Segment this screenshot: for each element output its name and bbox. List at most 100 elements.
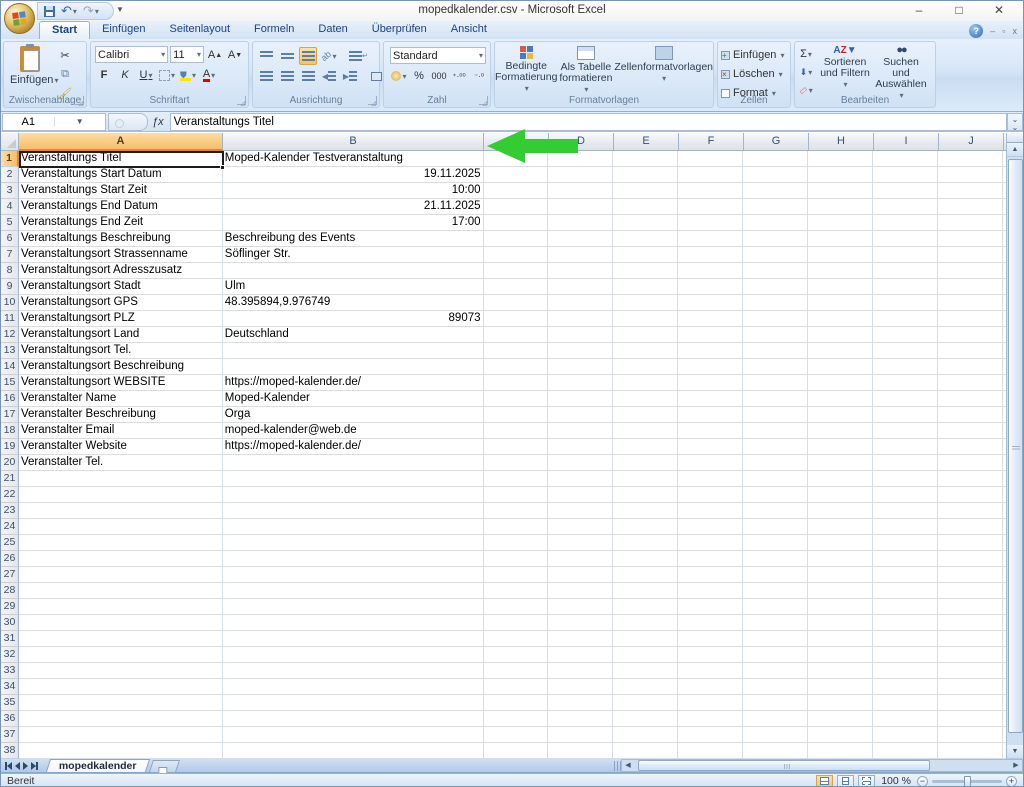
row-header[interactable]: 37 [1,727,19,743]
row-header[interactable]: 12 [1,327,19,343]
cell-a[interactable] [19,695,223,711]
last-sheet-button[interactable] [31,762,38,770]
column-header-e[interactable]: E [614,133,679,151]
tab-start[interactable]: Start [39,21,90,39]
scroll-up-icon[interactable]: ▲ [1007,143,1023,157]
cell-b[interactable] [223,487,484,503]
row-header[interactable]: 18 [1,423,19,439]
cell-a[interactable] [19,551,223,567]
orientation-button[interactable]: ab▾ [320,47,338,65]
row-header[interactable]: 27 [1,567,19,583]
cell-b[interactable] [223,599,484,615]
cell-a[interactable]: Veranstaltungs End Zeit [19,215,223,231]
row-header[interactable]: 13 [1,343,19,359]
row-header[interactable]: 29 [1,599,19,615]
row-header[interactable]: 34 [1,679,19,695]
workbook-close-button[interactable]: x [1013,26,1018,36]
tab-ansicht[interactable]: Ansicht [439,21,499,39]
dialog-launcher-icon[interactable] [368,96,377,105]
cell-b[interactable] [223,567,484,583]
conditional-formatting-button[interactable]: Bedingte Formatierung▾ [495,46,557,95]
cell-b[interactable] [223,679,484,695]
increase-decimal-button[interactable]: ⁺·⁰⁰ [450,67,468,85]
zoom-out-button[interactable]: − [917,776,928,787]
cell-a[interactable]: Veranstaltungsort Strassenname [19,247,223,263]
autosum-button[interactable]: Σ▾ [797,45,815,63]
cell-a[interactable] [19,663,223,679]
row-header[interactable]: 30 [1,615,19,631]
align-top-button[interactable] [257,47,275,65]
font-size-combo[interactable]: 11▾ [170,46,204,63]
tab-überprüfen[interactable]: Überprüfen [360,21,439,39]
chevron-down-icon[interactable]: ▼ [54,117,106,126]
row-header[interactable]: 35 [1,695,19,711]
row-header[interactable]: 14 [1,359,19,375]
cell-a[interactable]: Veranstalter Website [19,439,223,455]
cell-b[interactable]: Beschreibung des Events [223,231,484,247]
cell-a[interactable]: Veranstaltungs Start Zeit [19,183,223,199]
qat-customize-button[interactable]: ▼ [116,5,124,14]
cell-b[interactable] [223,727,484,743]
cell-a[interactable] [19,679,223,695]
column-header-a[interactable]: A [19,133,223,151]
row-header[interactable]: 22 [1,487,19,503]
cell-b[interactable] [223,519,484,535]
row-header[interactable]: 16 [1,391,19,407]
cell-styles-button[interactable]: Zellenformatvorlagen▾ [614,46,713,95]
italic-button[interactable]: K [116,66,134,84]
percent-button[interactable]: % [410,67,428,85]
cell-b[interactable]: Ulm [223,279,484,295]
cell-a[interactable] [19,583,223,599]
cell-a[interactable]: Veranstalter Beschreibung [19,407,223,423]
row-header[interactable]: 33 [1,663,19,679]
cell-b[interactable]: Moped-Kalender [223,391,484,407]
workbook-restore-button[interactable]: ▫ [1002,26,1005,36]
cell-b[interactable]: https://moped-kalender.de/ [223,439,484,455]
scroll-down-icon[interactable]: ▼ [1007,745,1023,759]
zoom-in-button[interactable]: + [1006,776,1017,787]
row-header[interactable]: 20 [1,455,19,471]
next-sheet-button[interactable] [23,762,28,770]
horizontal-scroll-thumb[interactable] [638,760,930,771]
paste-button[interactable]: Einfügen▾ [10,46,50,86]
row-header[interactable]: 26 [1,551,19,567]
cell-a[interactable] [19,743,223,759]
tab-formeln[interactable]: Formeln [242,21,306,39]
cell-a[interactable]: Veranstaltungsort PLZ [19,311,223,327]
row-header[interactable]: 2 [1,167,19,183]
dialog-launcher-icon[interactable] [75,96,84,105]
cell-a[interactable]: Veranstaltungs End Datum [19,199,223,215]
cell-b[interactable] [223,535,484,551]
cell-b[interactable] [223,663,484,679]
zoom-level[interactable]: 100 % [881,775,911,787]
cell-b[interactable] [223,743,484,759]
cell-a[interactable] [19,487,223,503]
insert-function-button[interactable]: ƒx [148,116,170,128]
cell-b[interactable]: https://moped-kalender.de/ [223,375,484,391]
page-break-view-button[interactable] [858,775,875,787]
sheet-tab-active[interactable]: mopedkalender [46,759,150,772]
cell-a[interactable]: Veranstaltungs Beschreibung [19,231,223,247]
cell-b[interactable] [223,615,484,631]
cell-b[interactable]: 19.11.2025 [223,167,484,183]
normal-view-button[interactable] [816,775,833,787]
row-header[interactable]: 15 [1,375,19,391]
column-header-j[interactable]: J [939,133,1004,151]
tab-splitter[interactable] [614,761,621,771]
office-button[interactable] [4,3,35,34]
row-header[interactable]: 17 [1,407,19,423]
cell-b[interactable]: Söflinger Str. [223,247,484,263]
cell-a[interactable] [19,631,223,647]
row-header[interactable]: 21 [1,471,19,487]
row-header[interactable]: 24 [1,519,19,535]
decrease-indent-button[interactable]: ◀ [320,67,338,85]
cell-b[interactable] [223,583,484,599]
find-select-button[interactable]: ●● Suchen und Auswählen▾ [873,45,929,101]
tab-seitenlayout[interactable]: Seitenlayout [158,21,243,39]
row-header[interactable]: 8 [1,263,19,279]
cell-b[interactable] [223,695,484,711]
window-close-button[interactable]: ✕ [979,1,1019,20]
row-header[interactable]: 32 [1,647,19,663]
cell-a[interactable]: Veranstaltungsort Land [19,327,223,343]
row-header[interactable]: 25 [1,535,19,551]
